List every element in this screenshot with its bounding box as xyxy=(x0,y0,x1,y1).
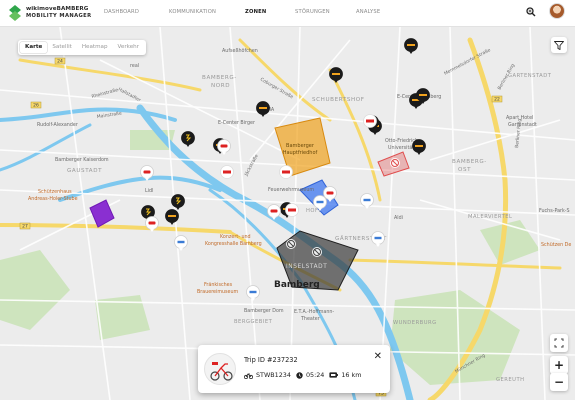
station-icon xyxy=(249,290,257,294)
tab-heatmap[interactable]: Heatmap xyxy=(77,42,113,53)
shield-24: 24 xyxy=(57,59,63,65)
trip-title: Trip ID #237232 xyxy=(244,356,298,364)
label-aufsessholen: Aufseßhöfchen xyxy=(222,48,258,54)
label-gereuth: GEREUTH xyxy=(496,377,525,383)
label-bamberger-dom: Bamberger Dom xyxy=(244,308,284,314)
station-icon xyxy=(316,200,324,204)
nav-dashboard[interactable]: DASHBOARD xyxy=(104,9,139,15)
label-schuetzenhaus-2: Andreas-Holer-Stube xyxy=(28,196,78,202)
tab-karte[interactable]: Karte xyxy=(20,42,48,53)
label-rudolf: Rudolf-Alexander xyxy=(37,122,78,128)
label-ecenter-birger: E-Center Birger xyxy=(218,120,255,126)
scooter-icon xyxy=(415,145,423,147)
nav-zonen[interactable]: ZONEN xyxy=(245,9,266,15)
trip-distance: 16 km xyxy=(341,371,362,379)
brand-title: wikimoveBAMBERG xyxy=(26,6,89,12)
label-fraenkisches-2: Brauereimuseum xyxy=(197,289,239,295)
zoom-in-button[interactable]: + xyxy=(550,356,568,374)
nav-kommunikation[interactable]: KOMMUNIKATION xyxy=(169,9,216,15)
avatar[interactable] xyxy=(549,3,565,19)
trip-details: STWB1234 05:24 16 km xyxy=(244,371,366,379)
label-bamberg-nord-2: NORD xyxy=(211,83,230,89)
sharing-logo-icon xyxy=(282,170,290,174)
app: wikimoveBAMBERG MOBILITY MANAGER DASHBOA… xyxy=(0,0,575,400)
label-eta-2: Theater xyxy=(300,316,320,322)
scooter-icon xyxy=(419,94,427,96)
scooter-icon xyxy=(332,73,340,75)
search-icon[interactable] xyxy=(526,7,536,17)
label-real: real xyxy=(130,63,139,69)
station-icon xyxy=(363,198,371,202)
label-wunderburg: WUNDERBURG xyxy=(393,320,437,326)
label-gartenstadt: GARTENSTADT xyxy=(508,73,552,79)
label-bamberg-ost: BAMBERG- xyxy=(452,159,487,165)
trip-vehicle-thumbnail xyxy=(204,353,236,385)
label-bamberg-city: Bamberg xyxy=(274,280,320,290)
sharing-station-marker[interactable] xyxy=(279,165,293,179)
zone-label-hauptfriedhof-2: Hauptfriedhof xyxy=(283,150,318,156)
station-icon xyxy=(177,240,185,244)
trip-vehicle-id: STWB1234 xyxy=(256,371,291,379)
sharing-logo-icon xyxy=(223,170,231,174)
shield-26: 26 xyxy=(33,103,39,109)
label-schuetzenhaus: Schützenhaus xyxy=(38,189,72,195)
label-inselstadt: INSELSTADT xyxy=(286,264,327,270)
sharing-logo-icon xyxy=(288,208,296,212)
label-konzert: Konzert- und xyxy=(220,234,251,240)
map-type-tabs: Karte Satellit Heatmap Verkehr xyxy=(18,40,146,55)
filter-button[interactable] xyxy=(551,37,567,53)
label-schubertshof: SCHUBERTSHOF xyxy=(312,97,365,103)
label-eta: E.T.A.-Hoffmann- xyxy=(294,309,334,315)
sharing-station-marker[interactable] xyxy=(363,114,377,128)
sharing-station-marker[interactable] xyxy=(285,203,299,217)
sharing-logo-icon xyxy=(366,119,374,123)
wikimove-logo-icon xyxy=(9,5,21,21)
bike-icon xyxy=(244,372,253,379)
car-icon xyxy=(220,144,228,148)
battery-icon xyxy=(329,372,339,378)
shield-22: 22 xyxy=(494,97,500,103)
scooter-icon xyxy=(407,44,415,46)
nav-analyse[interactable]: ANALYSE xyxy=(356,9,380,15)
car-icon xyxy=(148,221,156,225)
label-berggebiet: BERGGEBIET xyxy=(234,319,273,325)
shield-27: 27 xyxy=(22,224,28,230)
label-bamberg-nord: BAMBERG- xyxy=(202,75,237,81)
car-icon xyxy=(326,191,334,195)
station-icon xyxy=(374,236,382,240)
tab-verkehr[interactable]: Verkehr xyxy=(113,42,144,53)
scooter-icon xyxy=(259,107,267,109)
trip-duration: 05:24 xyxy=(305,371,325,379)
label-schuetzen-de: Schützen De xyxy=(541,242,571,248)
label-lidl: Lidl xyxy=(145,188,153,194)
sharing-station-marker[interactable] xyxy=(220,165,234,179)
scooter-icon xyxy=(168,215,176,217)
fullscreen-icon xyxy=(554,338,564,348)
trip-close-button[interactable]: ✕ xyxy=(374,351,382,362)
tab-satellit[interactable]: Satellit xyxy=(47,42,76,53)
app-header: wikimoveBAMBERG MOBILITY MANAGER DASHBOA… xyxy=(0,0,575,27)
brand: wikimoveBAMBERG MOBILITY MANAGER xyxy=(26,6,92,20)
label-kaiserdom: Bamberger Kaiserdom xyxy=(55,157,109,163)
fullscreen-button[interactable] xyxy=(550,334,568,352)
trip-info-card: Trip ID #237232 STWB1234 05:24 16 km ✕ xyxy=(198,345,390,393)
scooter-icon xyxy=(210,362,233,381)
car-icon xyxy=(143,170,151,174)
label-feuerwehr: Feuerwehrmuseum xyxy=(268,187,314,193)
label-fraenkisches: Fränkisches xyxy=(204,282,233,288)
filter-icon xyxy=(554,40,564,50)
label-fuchs: Fuchs-Park-S xyxy=(539,208,570,214)
label-bamberg-ost-2: OST xyxy=(458,167,471,173)
label-konzert-2: Kongresshalle Bamberg xyxy=(205,241,262,247)
label-gaustadt: GAUSTADT xyxy=(67,168,102,174)
zoom-out-button[interactable]: − xyxy=(550,373,568,391)
nav-stoerungen[interactable]: STÖRUNGEN xyxy=(295,9,330,15)
car-icon xyxy=(270,209,278,213)
label-aldi: Aldi xyxy=(394,215,403,221)
zone-label-hauptfriedhof: Bamberger xyxy=(286,143,315,149)
clock-icon xyxy=(296,371,303,379)
label-malerviertel: MALERVIERTEL xyxy=(468,214,512,220)
brand-subtitle: MOBILITY MANAGER xyxy=(26,13,92,19)
